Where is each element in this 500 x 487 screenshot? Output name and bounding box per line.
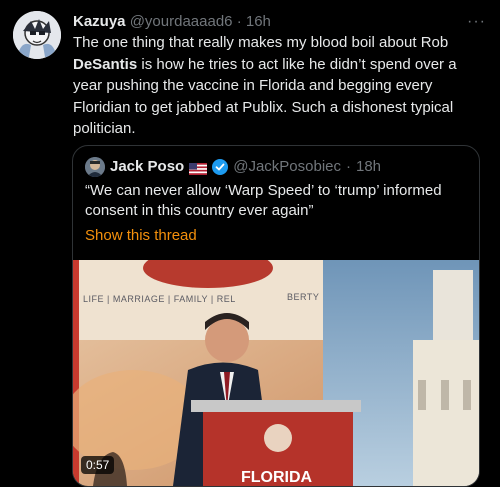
verified-badge-icon: [212, 159, 229, 175]
timestamp[interactable]: 16h: [246, 13, 271, 30]
quoted-tweet[interactable]: Jack Poso @JackPosobiec · 18h “We can ne…: [72, 145, 480, 487]
video-duration: 0:57: [81, 456, 115, 474]
quoted-avatar[interactable]: [85, 157, 105, 177]
banner-text-end: BERTY: [287, 292, 319, 302]
quoted-tweet-header: Jack Poso @JackPosobiec · 18h: [85, 157, 381, 177]
quoted-separator-dot: ·: [346, 158, 351, 175]
quoted-tweet-text: “We can never allow ‘Warp Speed’ to ‘tru…: [85, 182, 442, 219]
tweet-text-bold: DeSantis: [73, 55, 138, 73]
author-handle[interactable]: @yourdaaaad6: [130, 13, 233, 30]
separator-dot: ·: [236, 13, 242, 30]
tweet[interactable]: Kazuya @yourdaaaad6 · 16h ··· The one th…: [0, 0, 500, 487]
video-player[interactable]: LIFE | MARRIAGE | FAMILY | REL BERTY FLO…: [73, 260, 479, 486]
show-thread-link[interactable]: Show this thread: [85, 226, 197, 246]
quoted-author-handle[interactable]: @JackPosobiec: [233, 157, 341, 177]
more-options-icon[interactable]: ···: [467, 12, 486, 32]
banner-text: LIFE | MARRIAGE | FAMILY | REL: [83, 294, 236, 304]
tweet-text-part1: The one thing that really makes my blood…: [73, 34, 449, 51]
quoted-author-name[interactable]: Jack Poso: [110, 157, 184, 177]
tweet-header: Kazuya @yourdaaaad6 · 16h ···: [73, 12, 486, 32]
avatar[interactable]: [13, 11, 61, 59]
flag-us-icon: [189, 161, 208, 175]
quoted-timestamp[interactable]: 18h: [356, 157, 381, 177]
author-name[interactable]: Kazuya: [73, 13, 126, 30]
tweet-text: The one thing that really makes my blood…: [73, 32, 478, 140]
